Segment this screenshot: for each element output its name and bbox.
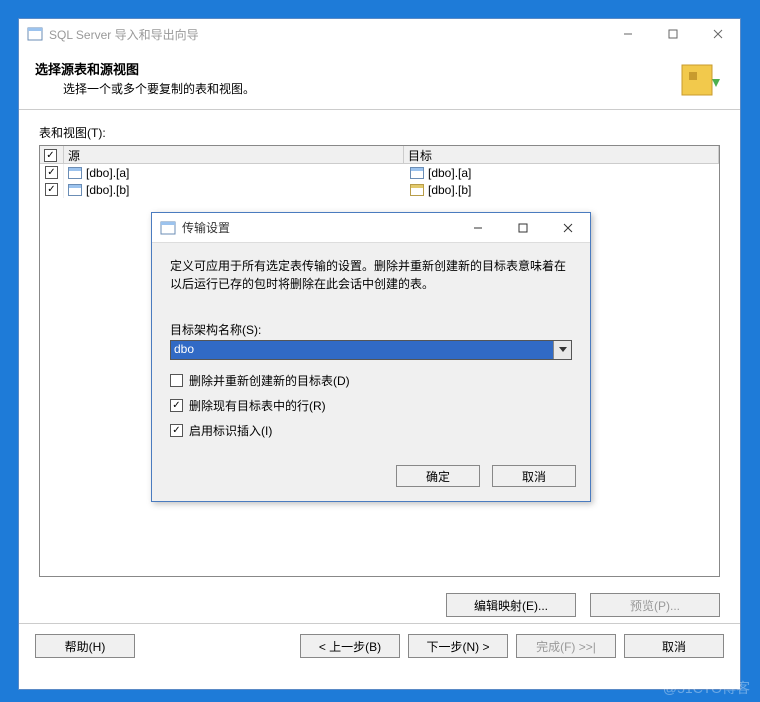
modal-cancel-button[interactable]: 取消: [492, 465, 576, 487]
minimize-button[interactable]: [605, 19, 650, 49]
main-titlebar: SQL Server 导入和导出向导: [19, 19, 740, 49]
header-check[interactable]: ✓: [40, 146, 64, 163]
schema-label: 目标架构名称(S):: [170, 321, 572, 338]
drop-recreate-option[interactable]: 删除并重新创建新的目标表(D): [170, 372, 572, 389]
table-icon: [68, 184, 82, 196]
source-cell: [dbo].[a]: [86, 166, 129, 180]
header-target[interactable]: 目标: [404, 146, 719, 163]
modal-minimize-button[interactable]: [455, 213, 500, 243]
target-cell[interactable]: [dbo].[a]: [428, 166, 471, 180]
identity-insert-option[interactable]: ✓ 启用标识插入(I): [170, 422, 572, 439]
main-title: SQL Server 导入和导出向导: [49, 26, 605, 43]
help-button[interactable]: 帮助(H): [35, 634, 135, 658]
table-row[interactable]: ✓ [dbo].[a] [dbo].[a]: [40, 164, 719, 181]
modal-maximize-button[interactable]: [500, 213, 545, 243]
close-button[interactable]: [695, 19, 740, 49]
app-icon: [27, 26, 43, 42]
header-source[interactable]: 源: [64, 146, 404, 163]
mapping-buttons: 编辑映射(E)... 预览(P)...: [19, 583, 740, 623]
wizard-icon: [676, 59, 722, 105]
wizard-header: 选择源表和源视图 选择一个或多个要复制的表和视图。: [19, 49, 740, 110]
transfer-settings-dialog: 传输设置 定义可应用于所有选定表传输的设置。删除并重新创建新的目标表意味着在以后…: [151, 212, 591, 502]
target-cell[interactable]: [dbo].[b]: [428, 183, 471, 197]
maximize-button[interactable]: [650, 19, 695, 49]
chevron-down-icon[interactable]: [553, 341, 571, 359]
wizard-footer: 帮助(H) < 上一步(B) 下一步(N) > 完成(F) >>| 取消: [19, 623, 740, 668]
modal-title: 传输设置: [182, 219, 455, 236]
watermark: @51CTO博客: [663, 678, 750, 698]
modal-description: 定义可应用于所有选定表传输的设置。删除并重新创建新的目标表意味着在以后运行已存的…: [170, 257, 572, 293]
next-button[interactable]: 下一步(N) >: [408, 634, 508, 658]
delete-rows-option[interactable]: ✓ 删除现有目标表中的行(R): [170, 397, 572, 414]
edit-mapping-button[interactable]: 编辑映射(E)...: [446, 593, 576, 617]
modal-footer: 确定 取消: [152, 457, 590, 501]
checkbox-unchecked[interactable]: [170, 374, 183, 387]
grid-header: ✓ 源 目标: [40, 146, 719, 164]
preview-button: 预览(P)...: [590, 593, 720, 617]
source-cell: [dbo].[b]: [86, 183, 129, 197]
header-subtitle: 选择一个或多个要复制的表和视图。: [63, 80, 724, 97]
cancel-button[interactable]: 取消: [624, 634, 724, 658]
ok-button[interactable]: 确定: [396, 465, 480, 487]
row-check[interactable]: ✓: [45, 183, 58, 196]
schema-value: dbo: [171, 341, 553, 359]
opt3-label: 启用标识插入(I): [189, 422, 272, 439]
opt1-label: 删除并重新创建新的目标表(D): [189, 372, 350, 389]
row-check[interactable]: ✓: [45, 166, 58, 179]
opt2-label: 删除现有目标表中的行(R): [189, 397, 326, 414]
checkbox-checked[interactable]: ✓: [170, 399, 183, 412]
modal-body: 定义可应用于所有选定表传输的设置。删除并重新创建新的目标表意味着在以后运行已存的…: [152, 243, 590, 457]
schema-combobox[interactable]: dbo: [170, 340, 572, 360]
table-row[interactable]: ✓ [dbo].[b] [dbo].[b]: [40, 181, 719, 198]
header-title: 选择源表和源视图: [35, 59, 724, 78]
back-button[interactable]: < 上一步(B): [300, 634, 400, 658]
modal-titlebar: 传输设置: [152, 213, 590, 243]
dialog-icon: [160, 220, 176, 236]
modal-close-button[interactable]: [545, 213, 590, 243]
table-icon: [410, 167, 424, 179]
table-icon: [410, 184, 424, 196]
checkbox-checked[interactable]: ✓: [170, 424, 183, 437]
table-icon: [68, 167, 82, 179]
tables-label: 表和视图(T):: [39, 124, 720, 141]
finish-button: 完成(F) >>|: [516, 634, 616, 658]
